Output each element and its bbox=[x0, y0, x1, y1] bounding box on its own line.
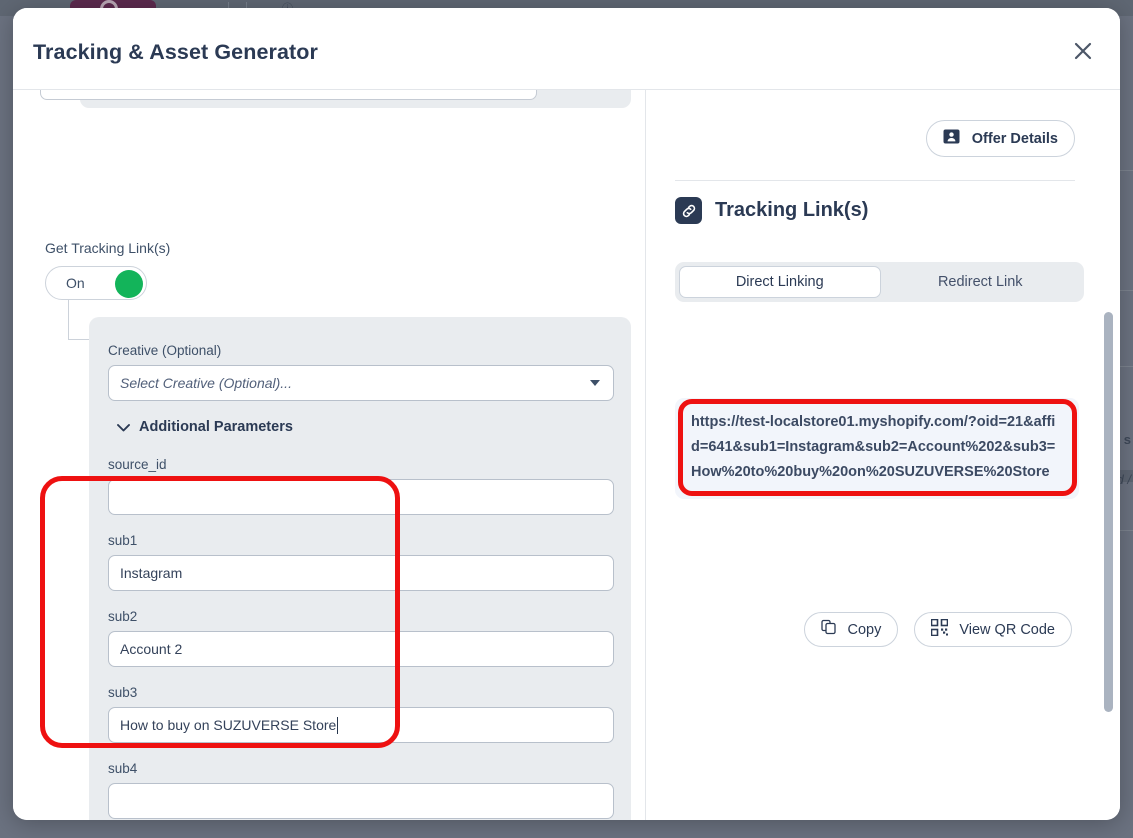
chevron-down-icon bbox=[590, 380, 600, 386]
param-label-sub4: sub4 bbox=[108, 761, 612, 776]
param-value-sub1: Instagram bbox=[120, 565, 182, 581]
copy-button[interactable]: Copy bbox=[804, 612, 899, 647]
param-value-sub2: Account 2 bbox=[120, 641, 182, 657]
toggle-state-label: On bbox=[66, 275, 85, 291]
param-field-group-sub1: sub1 Instagram bbox=[108, 533, 612, 591]
link-icon bbox=[675, 197, 702, 224]
tracking-url-panel[interactable]: https://test-localstore01.myshopify.com/… bbox=[675, 398, 1079, 499]
link-action-buttons: Copy View QR Code bbox=[804, 612, 1073, 647]
tab-direct-linking-label: Direct Linking bbox=[736, 274, 824, 290]
tracking-url-text: https://test-localstore01.myshopify.com/… bbox=[691, 410, 1063, 485]
section-divider bbox=[675, 180, 1075, 181]
param-label-sub3: sub3 bbox=[108, 685, 612, 700]
param-input-sub1[interactable]: Instagram bbox=[108, 555, 614, 591]
view-qr-code-button[interactable]: View QR Code bbox=[914, 612, 1072, 647]
branch-connector-line bbox=[68, 339, 90, 340]
link-type-tabs: Direct Linking Redirect Link bbox=[675, 262, 1084, 302]
background-text: s bbox=[1124, 432, 1131, 447]
toggle-knob bbox=[115, 270, 143, 298]
tab-redirect-link[interactable]: Redirect Link bbox=[881, 266, 1081, 298]
tab-redirect-link-label: Redirect Link bbox=[938, 274, 1023, 290]
modal-header: Tracking & Asset Generator bbox=[13, 8, 1120, 90]
creative-select[interactable]: Select Creative (Optional)... bbox=[108, 365, 614, 401]
chevron-down-icon bbox=[117, 421, 130, 434]
additional-parameters-card: Creative (Optional) Select Creative (Opt… bbox=[89, 317, 631, 820]
form-pane: Get Tracking Link(s) On Creative (Option… bbox=[13, 90, 645, 820]
branch-connector-line bbox=[68, 300, 69, 340]
copy-icon bbox=[821, 619, 837, 640]
view-qr-code-button-label: View QR Code bbox=[959, 622, 1055, 638]
offer-details-label: Offer Details bbox=[972, 131, 1058, 147]
param-field-group-sub3: sub3 How to buy on SUZUVERSE Store bbox=[108, 685, 612, 743]
tab-direct-linking[interactable]: Direct Linking bbox=[679, 266, 881, 298]
modal-scrollbar[interactable] bbox=[1104, 312, 1113, 712]
param-input-sub4[interactable] bbox=[108, 783, 614, 819]
param-field-group-source_id: source_id bbox=[108, 457, 612, 515]
creative-label: Creative (Optional) bbox=[108, 343, 612, 358]
additional-parameters-accordion[interactable]: Additional Parameters bbox=[117, 419, 612, 435]
close-icon[interactable] bbox=[1068, 36, 1098, 66]
offer-details-button[interactable]: Offer Details bbox=[926, 120, 1075, 157]
param-input-sub2[interactable]: Account 2 bbox=[108, 631, 614, 667]
param-label-sub1: sub1 bbox=[108, 533, 612, 548]
accordion-label: Additional Parameters bbox=[139, 419, 293, 435]
param-input-source_id[interactable] bbox=[108, 479, 614, 515]
param-value-sub3: How to buy on SUZUVERSE Store bbox=[120, 717, 336, 733]
param-label-source_id: source_id bbox=[108, 457, 612, 472]
section-title: Tracking Link(s) bbox=[715, 199, 868, 222]
copy-button-label: Copy bbox=[848, 622, 882, 638]
param-field-group-sub4: sub4 bbox=[108, 761, 612, 819]
text-cursor bbox=[337, 717, 338, 734]
param-label-sub2: sub2 bbox=[108, 609, 612, 624]
param-field-group-sub2: sub2 Account 2 bbox=[108, 609, 612, 667]
contact-card-icon bbox=[943, 129, 960, 149]
previous-section-input-partial bbox=[40, 90, 537, 100]
tracking-links-header: Tracking Link(s) bbox=[675, 197, 868, 224]
page-title: Tracking & Asset Generator bbox=[33, 40, 318, 65]
tracking-toggle-label: Get Tracking Link(s) bbox=[45, 240, 170, 256]
creative-select-value: Select Creative (Optional)... bbox=[120, 375, 292, 391]
qr-code-icon bbox=[931, 619, 948, 641]
creative-field-group: Creative (Optional) Select Creative (Opt… bbox=[108, 343, 612, 401]
get-tracking-links-toggle[interactable]: On bbox=[45, 266, 147, 300]
param-input-sub3[interactable]: How to buy on SUZUVERSE Store bbox=[108, 707, 614, 743]
